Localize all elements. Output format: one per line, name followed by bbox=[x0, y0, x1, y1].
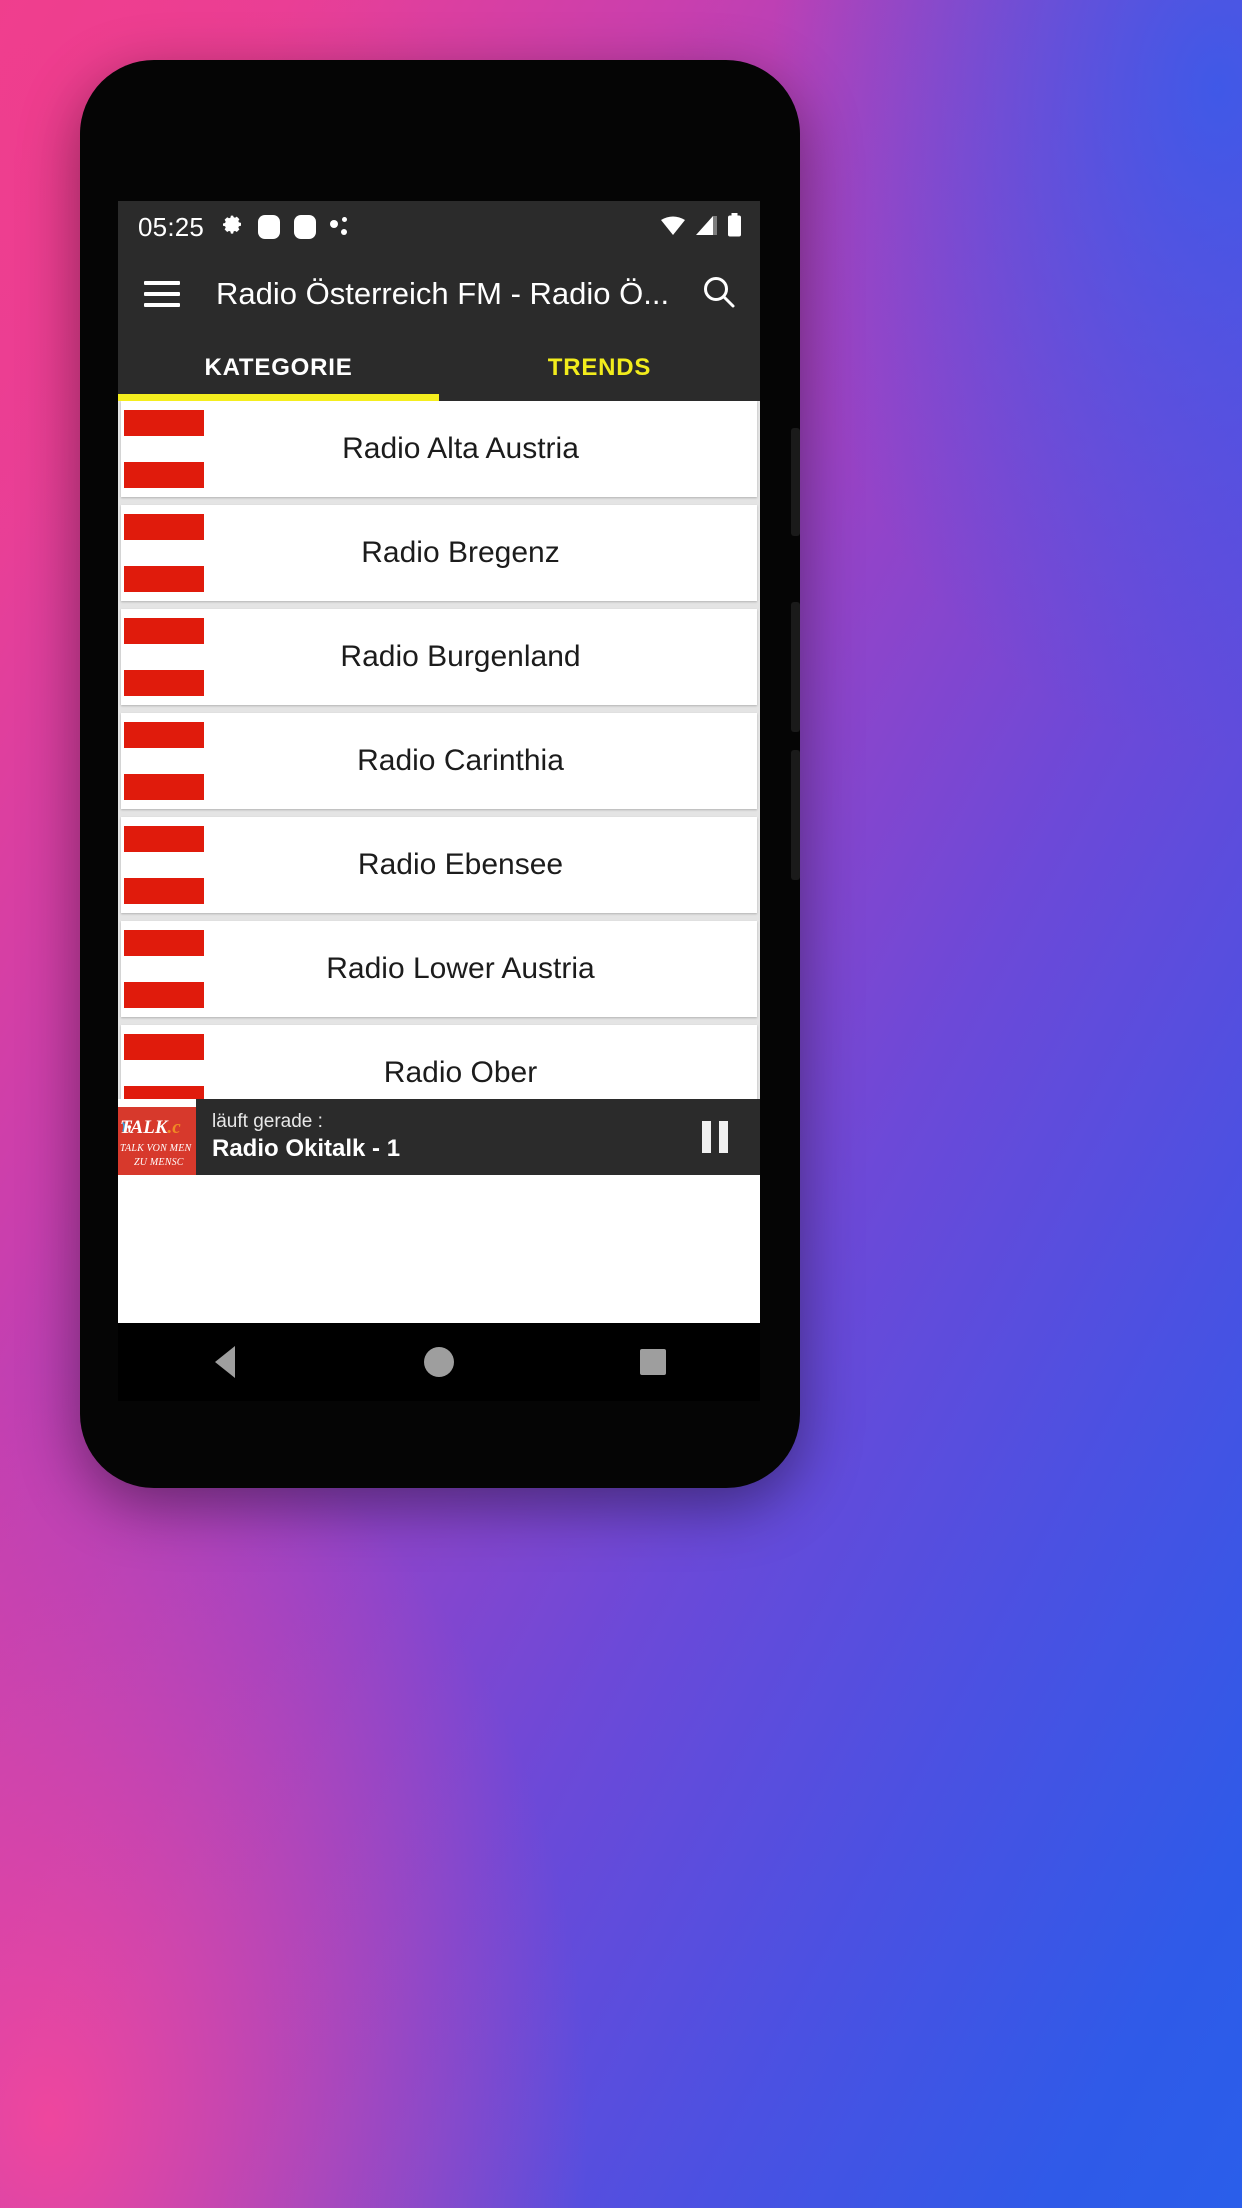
tab-trends[interactable]: TRENDS bbox=[439, 335, 760, 401]
list-item[interactable]: Radio Burgenland bbox=[121, 609, 757, 705]
station-name: Radio Lower Austria bbox=[326, 952, 595, 985]
status-bar-clock: 05:25 bbox=[138, 211, 205, 242]
tab-kategorie[interactable]: KATEGORIE bbox=[118, 335, 439, 401]
tab-active-indicator bbox=[118, 394, 439, 401]
artwork-tagline-1: TALK VON MEN bbox=[120, 1143, 192, 1154]
status-bar-notification-icons bbox=[220, 213, 350, 242]
cellular-signal-icon bbox=[694, 214, 719, 241]
phone-screen: 05:25 Radio Österreich FM - Radio Ö... K… bbox=[118, 201, 760, 1323]
rounded-square-icon-2 bbox=[294, 215, 317, 239]
volume-down-button[interactable] bbox=[791, 750, 800, 880]
now-playing-label: läuft gerade : bbox=[212, 1111, 323, 1133]
austria-flag-icon bbox=[124, 618, 204, 696]
now-playing-title: Radio Okitalk - 1 bbox=[212, 1134, 401, 1162]
gear-icon bbox=[220, 213, 244, 242]
pause-icon[interactable] bbox=[670, 1099, 760, 1175]
station-list[interactable]: Radio Alta Austria Radio Bregenz Radio B… bbox=[118, 401, 760, 1175]
now-playing-artwork: TALK.c TALK VON MEN ZU MENSC bbox=[118, 1099, 196, 1175]
station-name: Radio Alta Austria bbox=[342, 432, 579, 465]
page-title: Radio Österreich FM - Radio Ö... bbox=[216, 276, 670, 311]
volume-up-button[interactable] bbox=[791, 602, 800, 732]
list-item[interactable]: Radio Alta Austria bbox=[121, 401, 757, 497]
battery-icon bbox=[727, 212, 742, 242]
now-playing-text: läuft gerade : Radio Okitalk - 1 bbox=[196, 1099, 670, 1175]
austria-flag-icon bbox=[124, 722, 204, 800]
dots-icon bbox=[330, 215, 350, 239]
tab-bar: KATEGORIE TRENDS bbox=[118, 335, 760, 401]
austria-flag-icon bbox=[124, 826, 204, 904]
nav-back-button[interactable] bbox=[118, 1346, 332, 1378]
station-name: Radio Ebensee bbox=[357, 848, 564, 881]
austria-flag-icon bbox=[124, 930, 204, 1008]
wifi-icon bbox=[660, 214, 686, 241]
station-name: Radio Bregenz bbox=[361, 536, 560, 569]
station-name: Radio Carinthia bbox=[357, 744, 564, 777]
nav-home-button[interactable] bbox=[332, 1347, 546, 1377]
austria-flag-icon bbox=[124, 410, 204, 488]
rounded-square-icon-1 bbox=[258, 215, 281, 239]
app-bar: Radio Österreich FM - Radio Ö... bbox=[118, 253, 760, 335]
phone-device-frame: 05:25 Radio Österreich FM - Radio Ö... K… bbox=[80, 60, 800, 1488]
recents-square-icon bbox=[640, 1349, 666, 1375]
android-navigation-bar bbox=[118, 1323, 760, 1401]
artwork-brand: TALK.c bbox=[120, 1117, 181, 1138]
station-name: Radio Ober bbox=[383, 1056, 538, 1089]
list-item[interactable]: Radio Lower Austria bbox=[121, 921, 757, 1017]
hamburger-menu-icon[interactable] bbox=[144, 281, 180, 307]
austria-flag-icon bbox=[124, 514, 204, 592]
now-playing-bar[interactable]: TALK.c TALK VON MEN ZU MENSC läuft gerad… bbox=[118, 1099, 760, 1175]
station-name: Radio Burgenland bbox=[340, 640, 581, 673]
status-bar: 05:25 bbox=[118, 201, 760, 253]
back-triangle-icon bbox=[215, 1346, 235, 1378]
home-circle-icon bbox=[424, 1347, 454, 1377]
mute-switch-button[interactable] bbox=[791, 428, 800, 536]
list-item[interactable]: Radio Ebensee bbox=[121, 817, 757, 913]
list-item[interactable]: Radio Bregenz bbox=[121, 505, 757, 601]
list-item[interactable]: Radio Carinthia bbox=[121, 713, 757, 809]
search-icon[interactable] bbox=[700, 273, 738, 316]
status-bar-system-icons bbox=[660, 212, 742, 242]
nav-recents-button[interactable] bbox=[546, 1349, 760, 1375]
artwork-tagline-2: ZU MENSC bbox=[134, 1157, 184, 1168]
